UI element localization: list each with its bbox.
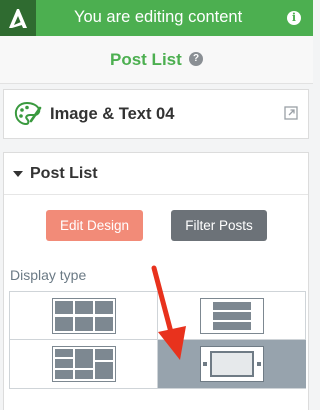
list-layout-icon bbox=[200, 297, 264, 334]
external-link-icon[interactable] bbox=[284, 106, 298, 125]
content-item-row[interactable]: Image & Text 04 bbox=[3, 89, 309, 139]
editing-status-text: You are editing content bbox=[74, 8, 243, 26]
caret-down-icon bbox=[13, 171, 23, 177]
content-item-title: Image & Text 04 bbox=[50, 105, 175, 123]
page-title: Post List bbox=[110, 50, 182, 69]
brand-a-logo-icon[interactable] bbox=[0, 0, 36, 36]
edit-design-button[interactable]: Edit Design bbox=[46, 210, 143, 241]
display-option-mixed[interactable] bbox=[10, 340, 158, 388]
editor-topbar: You are editing content i bbox=[0, 0, 313, 36]
filter-posts-button[interactable]: Filter Posts bbox=[171, 210, 267, 241]
grid-layout-icon bbox=[51, 297, 116, 334]
palette-icon bbox=[14, 101, 42, 132]
panel-subheader: Post List ? bbox=[0, 36, 313, 84]
info-icon[interactable]: i bbox=[287, 11, 301, 25]
panel-title: Post List bbox=[30, 165, 98, 182]
post-list-panel-header[interactable]: Post List bbox=[4, 153, 308, 195]
display-type-label: Display type bbox=[10, 267, 87, 283]
slider-layout-icon bbox=[200, 346, 264, 382]
help-question-icon[interactable]: ? bbox=[189, 52, 203, 66]
annotation-arrow-icon bbox=[151, 265, 186, 360]
display-option-grid[interactable] bbox=[10, 292, 158, 340]
mixed-layout-icon bbox=[51, 346, 116, 382]
